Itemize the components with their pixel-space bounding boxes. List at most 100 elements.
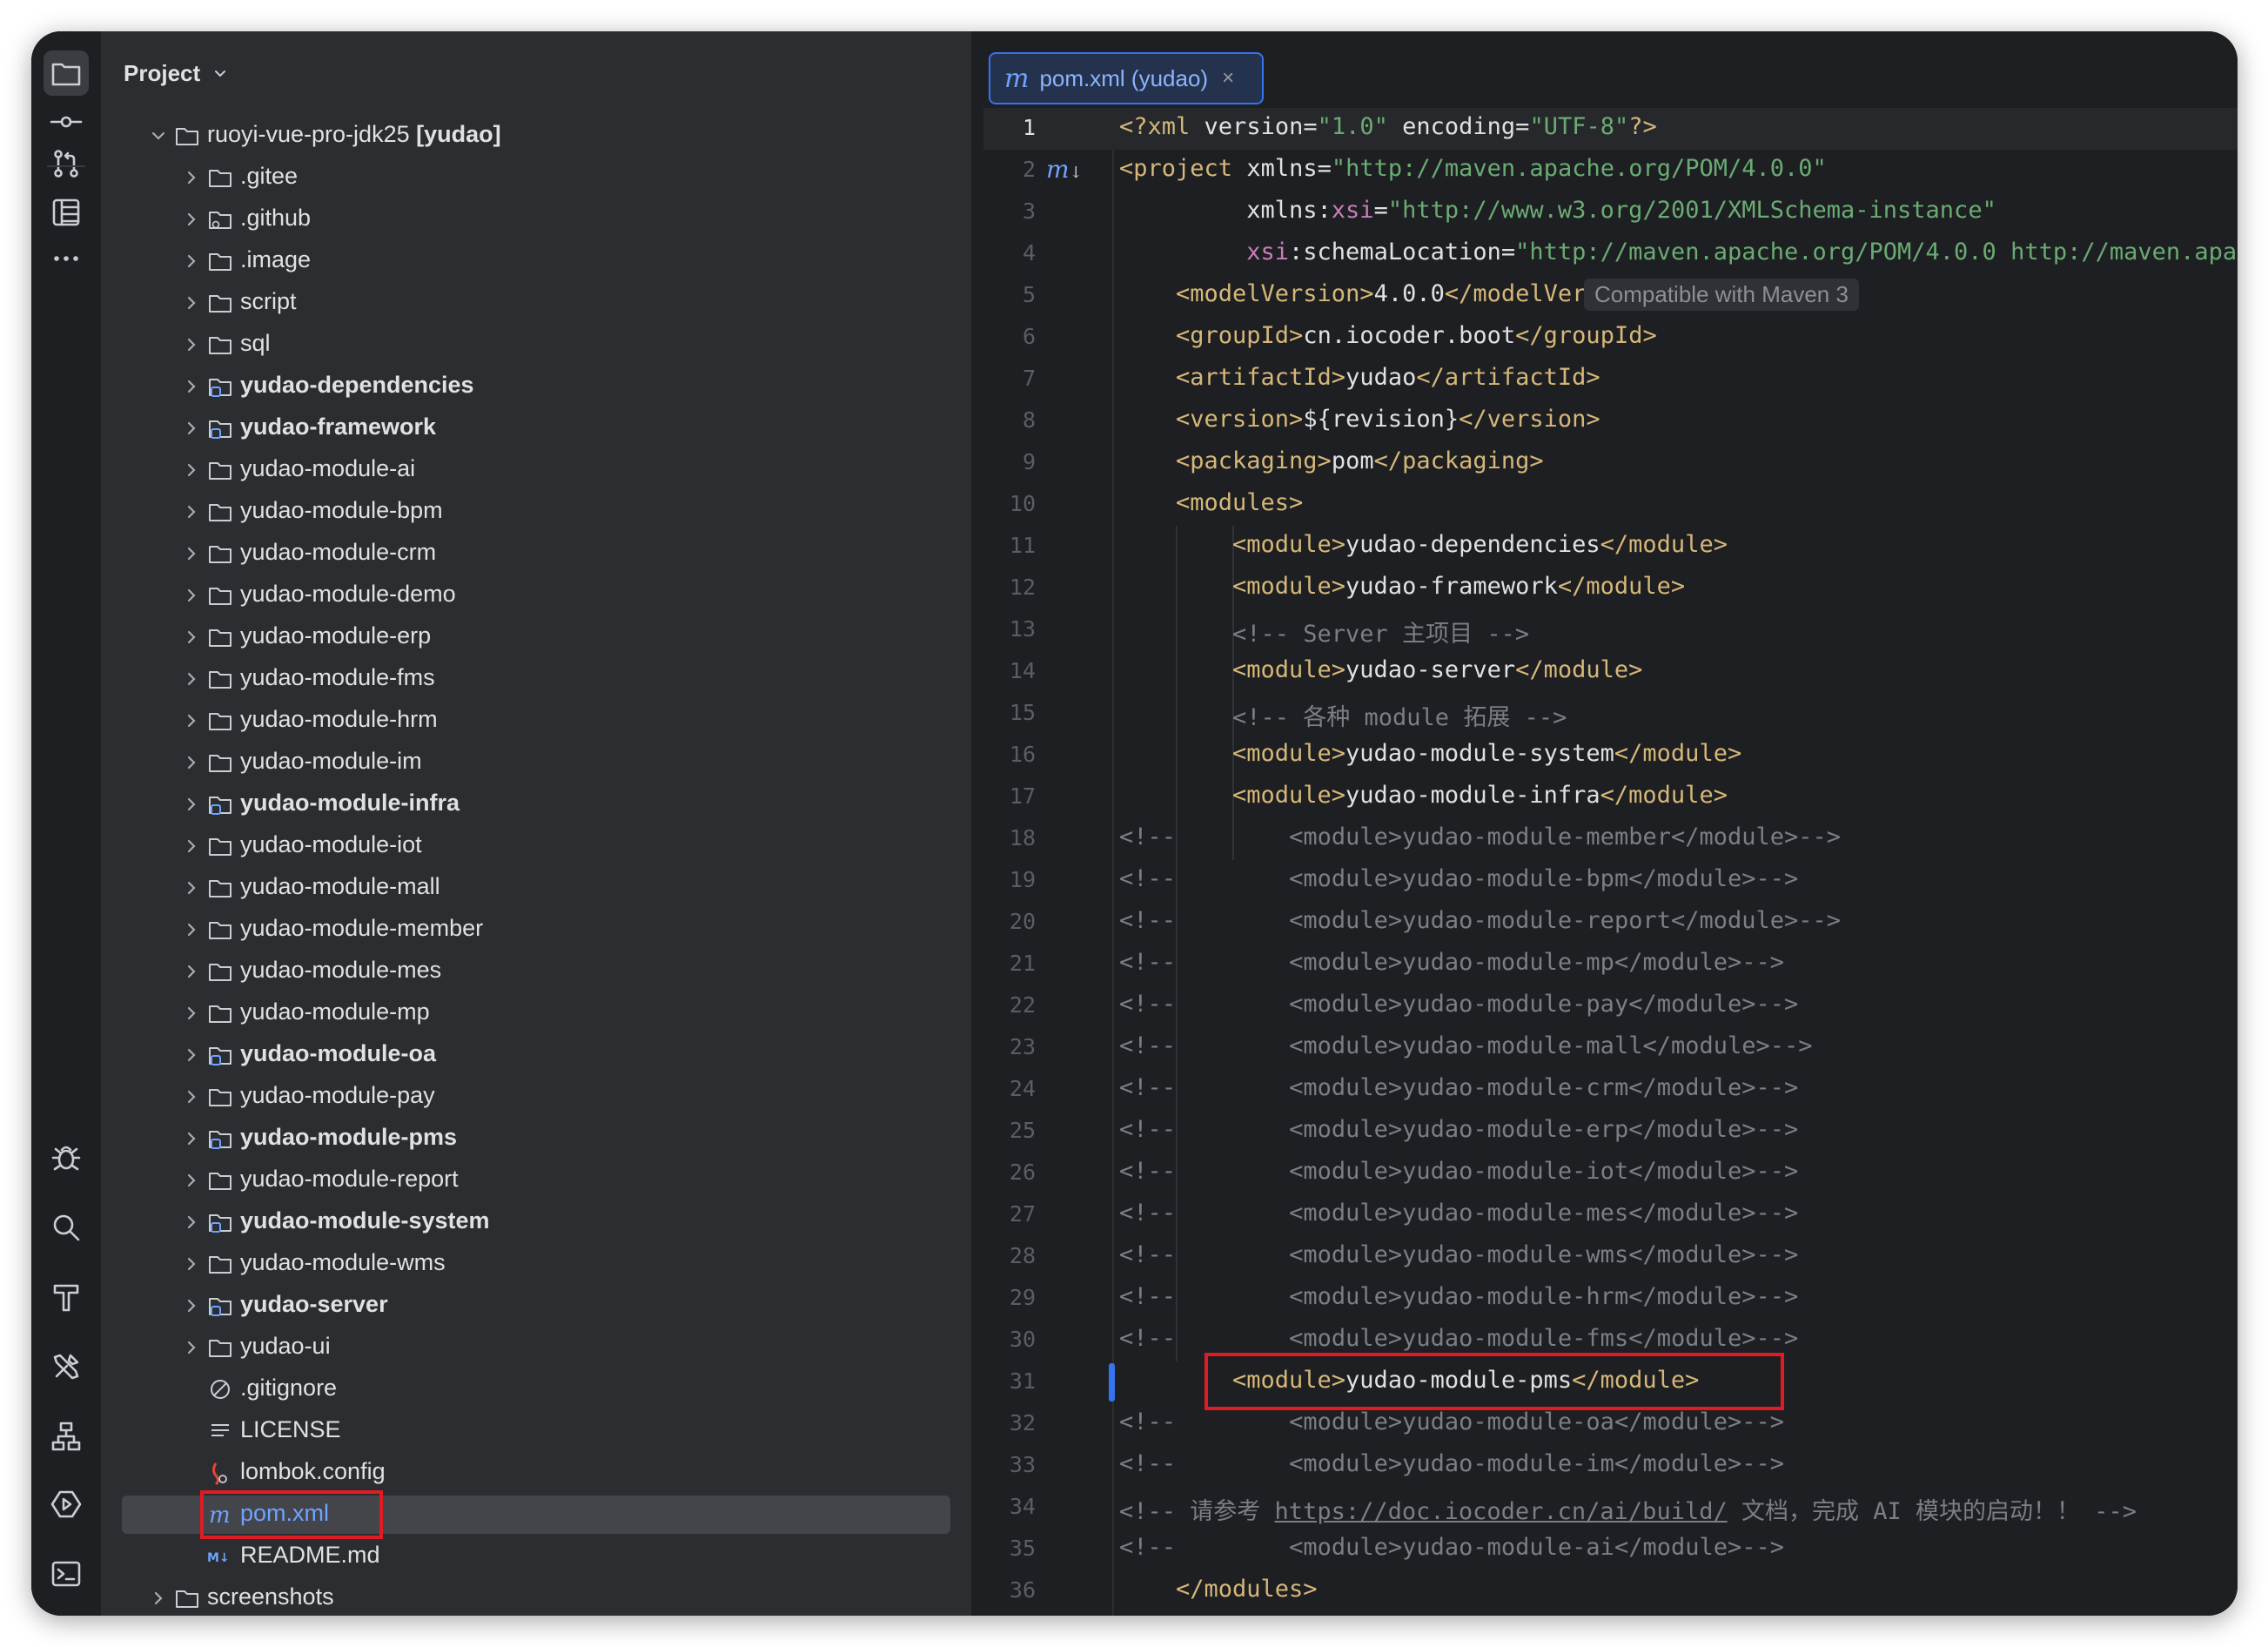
tree-folder-yudao-module-im[interactable]: yudao-module-im	[101, 742, 971, 783]
chevron-right-icon[interactable]	[183, 1255, 200, 1273]
panel-divider[interactable]	[971, 31, 983, 1616]
chevron-right-icon[interactable]	[183, 336, 200, 353]
code-line[interactable]: 26 <!-- <module>yudao-module-iot</module>…	[983, 1153, 2238, 1194]
code-line[interactable]: 21 <!-- <module>yudao-module-mp</module>-…	[983, 944, 2238, 985]
tree-folder-yudao-module-fms[interactable]: yudao-module-fms	[101, 658, 971, 700]
run-icon[interactable]	[44, 1482, 89, 1527]
tree-folder-yudao-module-mall[interactable]: yudao-module-mall	[101, 867, 971, 909]
chevron-right-icon[interactable]	[183, 211, 200, 228]
tree-folder-yudao-module-hrm[interactable]: yudao-module-hrm	[101, 700, 971, 742]
tree-folder-yudao-module-bpm[interactable]: yudao-module-bpm	[101, 491, 971, 533]
chevron-right-icon[interactable]	[183, 294, 200, 312]
code-line[interactable]: 11 <module>yudao-dependencies</module>	[983, 526, 2238, 568]
tree-folder-yudao-module-ai[interactable]: yudao-module-ai	[101, 449, 971, 491]
code-line[interactable]: 29 <!-- <module>yudao-module-hrm</module>…	[983, 1278, 2238, 1320]
chevron-right-icon[interactable]	[183, 503, 200, 521]
chevron-right-icon[interactable]	[183, 1088, 200, 1106]
code-line[interactable]: 10 <modules>	[983, 484, 2238, 526]
chevron-right-icon[interactable]	[150, 1590, 167, 1607]
tree-folder-yudao-module-system[interactable]: yudao-module-system	[101, 1201, 971, 1243]
code-line[interactable]: 24 <!-- <module>yudao-module-crm</module>…	[983, 1069, 2238, 1111]
tree-folder-yudao-module-mp[interactable]: yudao-module-mp	[101, 992, 971, 1034]
tree-folder-image[interactable]: .image	[101, 240, 971, 282]
build-icon[interactable]	[44, 1274, 89, 1320]
tree-folder-screenshots[interactable]: screenshots	[101, 1577, 971, 1616]
tree-folder-yudao-module-demo[interactable]: yudao-module-demo	[101, 575, 971, 616]
tree-file--gitignore[interactable]: .gitignore	[101, 1368, 971, 1410]
code-line[interactable]: 2 <project xmlns="http://maven.apache.org…	[983, 150, 2238, 192]
code-line[interactable]: 27 <!-- <module>yudao-module-mes</module>…	[983, 1194, 2238, 1236]
structure-icon[interactable]	[44, 190, 89, 235]
code-line[interactable]: 23 <!-- <module>yudao-module-mall</module…	[983, 1027, 2238, 1069]
tree-folder-yudao-module-oa[interactable]: yudao-module-oa	[101, 1034, 971, 1076]
chevron-down-icon[interactable]	[150, 127, 167, 145]
chevron-right-icon[interactable]	[183, 754, 200, 771]
chevron-right-icon[interactable]	[183, 629, 200, 646]
tree-root[interactable]: ruoyi-vue-pro-jdk25 [yudao]	[101, 115, 971, 157]
code-area[interactable]: 1 <?xml version="1.0" encoding="UTF-8"?> 2…	[983, 108, 2238, 1616]
code-line[interactable]: 34 <!-- 请参考 https://doc.iocoder.cn/ai/bui…	[983, 1487, 2238, 1529]
services-icon[interactable]	[44, 1344, 89, 1389]
chevron-right-icon[interactable]	[183, 1046, 200, 1064]
tree-folder-yudao-server[interactable]: yudao-server	[101, 1285, 971, 1327]
chevron-right-icon[interactable]	[183, 1172, 200, 1189]
chevron-right-icon[interactable]	[183, 587, 200, 604]
code-line[interactable]: 17 <module>yudao-module-infra</module>	[983, 776, 2238, 818]
tree-folder-github[interactable]: .github	[101, 198, 971, 240]
maven-gutter-icon[interactable]: m↓	[1046, 155, 1083, 184]
chevron-right-icon[interactable]	[183, 420, 200, 437]
chevron-right-icon[interactable]	[183, 1297, 200, 1314]
code-line[interactable]: 19 <!-- <module>yudao-module-bpm</module>…	[983, 860, 2238, 902]
tree-folder-yudao-module-erp[interactable]: yudao-module-erp	[101, 616, 971, 658]
code-line[interactable]: 13 <!-- Server 主项目 -->	[983, 609, 2238, 651]
chevron-right-icon[interactable]	[183, 921, 200, 938]
code-line[interactable]: 3 xmlns:xsi="http://www.w3.org/2001/XMLSc…	[983, 192, 2238, 233]
tree-folder-yudao-module-mes[interactable]: yudao-module-mes	[101, 951, 971, 992]
chevron-right-icon[interactable]	[183, 169, 200, 186]
chevron-right-icon[interactable]	[183, 1005, 200, 1022]
code-line[interactable]: 33 <!-- <module>yudao-module-im</module>-…	[983, 1445, 2238, 1487]
code-line[interactable]: 18 <!-- <module>yudao-module-member</modu…	[983, 818, 2238, 860]
bug-icon[interactable]	[44, 1135, 89, 1180]
chevron-right-icon[interactable]	[183, 461, 200, 479]
chevron-right-icon[interactable]	[183, 545, 200, 562]
commit-icon[interactable]	[44, 99, 89, 145]
code-line[interactable]: 28 <!-- <module>yudao-module-wms</module>…	[983, 1236, 2238, 1278]
search-icon[interactable]	[44, 1205, 89, 1250]
tree-folder-yudao-module-crm[interactable]: yudao-module-crm	[101, 533, 971, 575]
code-line[interactable]: 1 <?xml version="1.0" encoding="UTF-8"?>	[983, 108, 2238, 150]
tree-folder-gitee[interactable]: .gitee	[101, 157, 971, 198]
pull-requests-icon[interactable]	[44, 141, 89, 186]
terminal-icon[interactable]	[44, 1551, 89, 1597]
code-line[interactable]: 25 <!-- <module>yudao-module-erp</module>…	[983, 1111, 2238, 1153]
chevron-right-icon[interactable]	[183, 879, 200, 897]
code-line[interactable]: 5 <modelVersion>4.0.0</modelVersion> Compa…	[983, 275, 2238, 317]
editor-tab-pom-xml[interactable]: m pom.xml (yudao) ×	[989, 52, 1264, 104]
code-line[interactable]: 35 <!-- <module>yudao-module-ai</module>-…	[983, 1529, 2238, 1570]
more-icon[interactable]	[44, 236, 89, 281]
tree-folder-yudao-module-pay[interactable]: yudao-module-pay	[101, 1076, 971, 1118]
hierarchy-icon[interactable]	[44, 1414, 89, 1459]
tree-folder-yudao-module-iot[interactable]: yudao-module-iot	[101, 825, 971, 867]
tree-folder-yudao-module-report[interactable]: yudao-module-report	[101, 1160, 971, 1201]
chevron-right-icon[interactable]	[183, 1213, 200, 1231]
code-line[interactable]: 20 <!-- <module>yudao-module-report</modu…	[983, 902, 2238, 944]
project-panel-header[interactable]: Project	[101, 31, 971, 115]
tree-file-readme-md[interactable]: M↓ README.md	[101, 1536, 971, 1577]
code-line[interactable]: 9 <packaging>pom</packaging>	[983, 442, 2238, 484]
tree-folder-yudao-module-pms[interactable]: yudao-module-pms	[101, 1118, 971, 1160]
code-line[interactable]: 8 <version>${revision}</version>	[983, 400, 2238, 442]
tree-folder-yudao-dependencies[interactable]: yudao-dependencies	[101, 366, 971, 407]
code-line[interactable]: 16 <module>yudao-module-system</module>	[983, 735, 2238, 776]
tree-folder-yudao-module-member[interactable]: yudao-module-member	[101, 909, 971, 951]
code-line[interactable]: 22 <!-- <module>yudao-module-pay</module>…	[983, 985, 2238, 1027]
tree-folder-script[interactable]: script	[101, 282, 971, 324]
chevron-right-icon[interactable]	[183, 837, 200, 855]
close-icon[interactable]: ×	[1222, 66, 1234, 91]
chevron-right-icon[interactable]	[183, 796, 200, 813]
chevron-down-icon[interactable]	[212, 65, 228, 81]
chevron-right-icon[interactable]	[183, 378, 200, 395]
code-line[interactable]: 4 xsi:schemaLocation="http://maven.apache…	[983, 233, 2238, 275]
code-line[interactable]: 15 <!-- 各种 module 拓展 -->	[983, 693, 2238, 735]
tree-file-lombok-config[interactable]: lombok.config	[101, 1452, 971, 1494]
